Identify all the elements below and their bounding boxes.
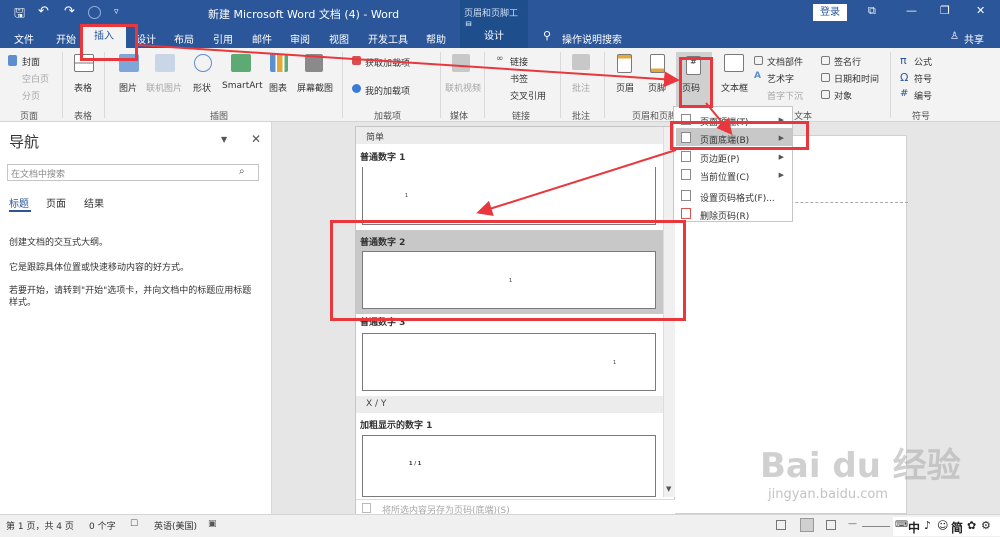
skin-icon[interactable]: ✿: [967, 519, 976, 532]
emoji-icon[interactable]: ☺: [937, 519, 948, 532]
arrow-insert-to-page-number: [137, 44, 680, 88]
zoom-slider[interactable]: [862, 526, 890, 527]
word-count-status[interactable]: 0 个字: [89, 519, 116, 532]
proofing-icon[interactable]: ☐: [130, 519, 138, 529]
baidu-watermark: Bai du 经验: [760, 446, 961, 486]
settings-icon[interactable]: ⚙: [981, 519, 991, 532]
keyboard-icon[interactable]: ⌨: [895, 520, 908, 530]
punctuation-icon[interactable]: ♪: [924, 519, 931, 532]
baidu-watermark-url: jingyan.baidu.com: [768, 487, 888, 502]
arrow-bottom-to-plain-number-2: [476, 149, 677, 217]
ime-toolbar: ⌨ 中 ♪ ☺ 简 ✿ ⚙: [893, 517, 1000, 536]
print-layout-icon[interactable]: [800, 518, 814, 532]
ime-simplified[interactable]: 简: [951, 519, 963, 536]
page-count-status[interactable]: 第 1 页，共 4 页: [6, 519, 74, 532]
web-layout-icon[interactable]: [826, 520, 836, 530]
ime-mode[interactable]: 中: [908, 519, 920, 536]
macro-icon[interactable]: ▣: [208, 519, 217, 529]
arrow-page-number-to-bottom: [705, 102, 733, 136]
language-status[interactable]: 英语(美国): [154, 519, 197, 532]
zoom-out-icon[interactable]: —: [848, 519, 857, 529]
read-mode-icon[interactable]: [776, 520, 786, 530]
status-bar: 第 1 页，共 4 页 0 个字 ☐ 英语(美国) ▣ — ⌨ 中 ♪ ☺ 简 …: [0, 514, 1000, 537]
